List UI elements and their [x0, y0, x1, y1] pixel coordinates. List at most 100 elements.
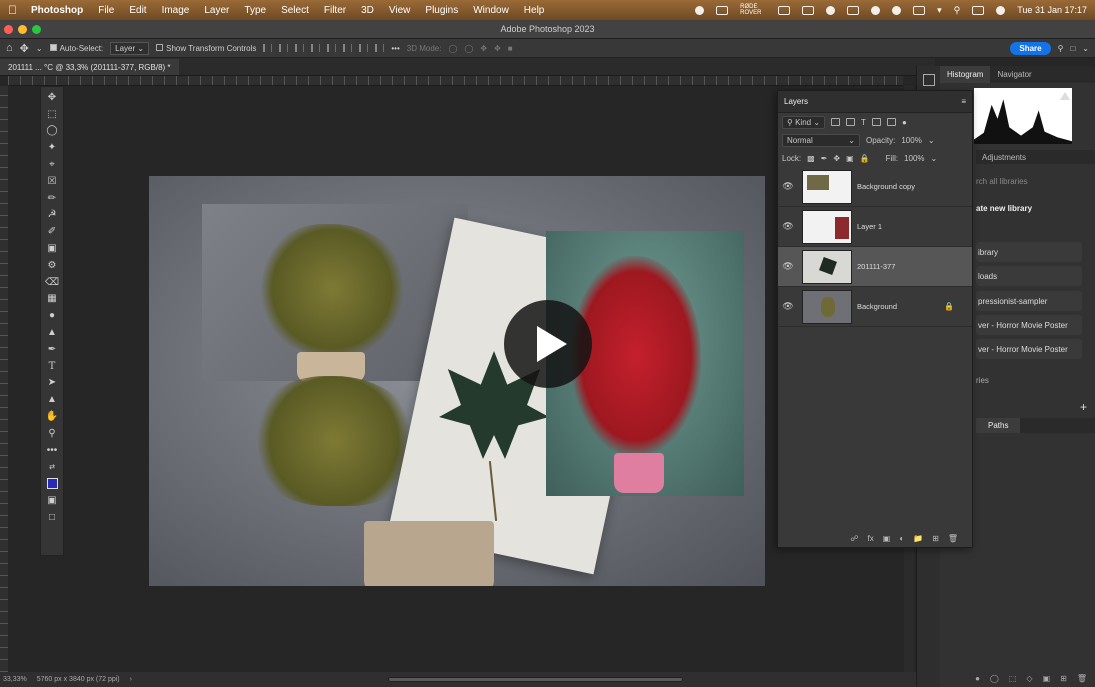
library-item[interactable]: ver - Horror Movie Poster — [976, 339, 1082, 359]
workspace-chevron-icon[interactable]: ⌄ — [1082, 44, 1089, 53]
lock-position-icon[interactable]: ✥ — [833, 154, 840, 163]
path-selection-tool[interactable]: ➤ — [43, 376, 61, 391]
horizontal-scrollbar-thumb[interactable] — [388, 677, 683, 682]
shape-tool[interactable]: ▲ — [43, 392, 61, 407]
add-mask-icon[interactable]: ▣ — [883, 534, 891, 543]
clock[interactable]: Tue 31 Jan 17:17 — [1017, 5, 1087, 15]
color-swatches[interactable] — [43, 476, 61, 491]
zoom-window-button[interactable] — [32, 25, 41, 34]
3d-pan-icon[interactable]: ✥ — [480, 44, 487, 53]
blend-mode-dropdown[interactable]: Normal ⌄ — [782, 133, 860, 147]
menu-filter[interactable]: Filter — [324, 5, 346, 16]
menu-plugins[interactable]: Plugins — [425, 5, 458, 16]
align-top-icon[interactable] — [311, 44, 321, 52]
library-item[interactable]: ibrary — [976, 242, 1082, 262]
dock-selection-icon[interactable]: ⬚ — [1009, 674, 1017, 683]
3d-slide-icon[interactable]: ✥ — [494, 44, 501, 53]
layer-name[interactable]: Background — [857, 302, 944, 311]
filter-type-icon[interactable]: T — [861, 118, 866, 127]
visibility-eye-icon[interactable]: 👁 — [782, 181, 794, 192]
auto-select-checkbox[interactable] — [49, 43, 57, 51]
wifi-icon[interactable]: ▾ — [937, 5, 942, 16]
dock-dashed-circle-icon[interactable]: ◯ — [990, 674, 999, 683]
tab-histogram[interactable]: Histogram — [940, 66, 991, 83]
auto-select-dropdown[interactable]: Layer ⌄ — [110, 41, 150, 55]
3d-orbit-icon[interactable]: ◯ — [448, 44, 457, 53]
menu-view[interactable]: View — [389, 5, 411, 16]
library-item[interactable]: loads — [976, 266, 1082, 286]
align-center-icon[interactable] — [279, 44, 289, 52]
dock-diamond-icon[interactable]: ◇ — [1026, 674, 1032, 683]
menu-window[interactable]: Window — [473, 5, 509, 16]
frame-tool[interactable]: ☒ — [43, 174, 61, 189]
screen-mode-icon[interactable]: □ — [43, 510, 61, 525]
dock-load-icon[interactable]: ● — [975, 674, 980, 683]
user-icon[interactable] — [871, 5, 881, 15]
dock-new-icon[interactable]: ⊞ — [1060, 674, 1067, 683]
record-icon[interactable] — [695, 5, 705, 15]
tool-preset-chevron-icon[interactable]: ⌄ — [36, 44, 43, 53]
filter-adjustment-icon[interactable] — [846, 118, 856, 126]
zoom-level[interactable]: 33,33% — [3, 676, 27, 683]
video-play-button[interactable] — [504, 300, 592, 388]
battery-icon[interactable] — [913, 5, 926, 15]
tab-paths[interactable]: Paths — [976, 418, 1021, 433]
distribute-icon[interactable] — [359, 44, 369, 52]
more-options-icon[interactable]: ••• — [391, 44, 399, 53]
transform-controls-checkbox[interactable] — [156, 43, 164, 51]
filter-smart-object-icon[interactable] — [886, 118, 896, 126]
eraser-tool[interactable]: ⌫ — [43, 275, 61, 290]
align-right-icon[interactable] — [295, 44, 305, 52]
menu-edit[interactable]: Edit — [129, 5, 146, 16]
layer-row-201111-377[interactable]: 👁 201111-377 — [778, 247, 972, 287]
delete-layer-icon[interactable]: 🗑 — [948, 534, 958, 543]
horizontal-ruler[interactable] — [8, 76, 903, 86]
gradient-tool[interactable]: ▦ — [43, 292, 61, 307]
layer-style-icon[interactable]: fx — [868, 534, 874, 543]
menu-help[interactable]: Help — [524, 5, 545, 16]
vertical-ruler[interactable] — [0, 86, 8, 672]
create-library-button[interactable]: ate new library — [976, 204, 1032, 213]
swap-colors-icon[interactable]: ⇄ — [43, 460, 61, 475]
visibility-eye-icon[interactable]: 👁 — [782, 221, 794, 232]
move-tool[interactable]: ✥ — [43, 90, 61, 105]
clone-stamp-tool[interactable]: ▣ — [43, 241, 61, 256]
marquee-tool[interactable]: ⬚ — [43, 107, 61, 122]
visibility-eye-icon[interactable]: 👁 — [782, 261, 794, 272]
filter-kind-dropdown[interactable]: ⚲ Kind ⌄ — [782, 115, 826, 129]
blur-tool[interactable]: ● — [43, 308, 61, 323]
panel-menu-icon[interactable]: ≡ — [961, 97, 966, 106]
3d-scale-icon[interactable]: ■ — [508, 44, 513, 53]
apple-icon[interactable]:  — [8, 3, 17, 17]
pen-tool[interactable]: ✒ — [43, 342, 61, 357]
layer-row-background[interactable]: 👁 Background 🔒 — [778, 287, 972, 327]
search-icon[interactable]: ⚲ — [954, 5, 961, 16]
lock-artboard-icon[interactable]: ▣ — [846, 154, 854, 163]
opacity-value[interactable]: 100% — [901, 136, 921, 145]
home-icon[interactable]: ⌂ — [6, 42, 13, 54]
warning-triangle-icon[interactable] — [1060, 92, 1070, 100]
tab-layers[interactable]: Layers — [784, 97, 808, 106]
tab-adjustments[interactable]: Adjustments — [976, 153, 1032, 162]
layer-name[interactable]: 201111-377 — [857, 262, 972, 271]
library-item[interactable]: pressionist-sampler — [976, 291, 1082, 311]
eyedropper-tool[interactable]: ✏ — [43, 191, 61, 206]
display-icon[interactable] — [778, 5, 791, 15]
minimize-window-button[interactable] — [18, 25, 27, 34]
dock-mask-icon[interactable]: ▣ — [1043, 674, 1051, 683]
document-size[interactable]: 5760 px x 3840 px (72 ppi) — [37, 676, 120, 683]
filter-toggle-icon[interactable]: ● — [902, 118, 907, 127]
3d-roll-icon[interactable]: ◯ — [464, 44, 473, 53]
layer-name[interactable]: Background copy — [857, 182, 972, 191]
workspace-icon[interactable]: □ — [1070, 44, 1075, 53]
filter-pixel-icon[interactable] — [831, 118, 841, 126]
layer-lock-icon[interactable]: 🔒 — [944, 302, 954, 311]
new-group-icon[interactable]: 📁 — [913, 534, 923, 543]
lock-pixels-icon[interactable]: ✒ — [821, 154, 828, 163]
hand-tool[interactable]: ✋ — [43, 409, 61, 424]
menu-image[interactable]: Image — [162, 5, 190, 16]
visibility-eye-icon[interactable]: 👁 — [782, 301, 794, 312]
layer-row-layer-1[interactable]: 👁 Layer 1 — [778, 207, 972, 247]
menu-photoshop[interactable]: Photoshop — [31, 5, 83, 16]
foreground-color-swatch[interactable] — [46, 478, 58, 490]
